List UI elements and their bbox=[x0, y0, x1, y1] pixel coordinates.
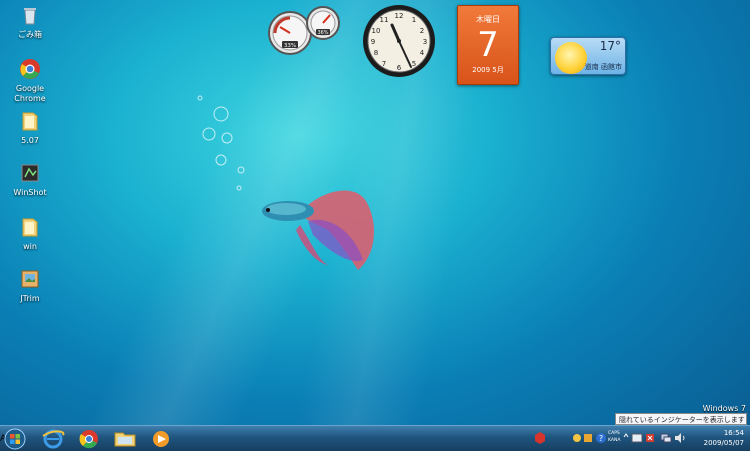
ime-icon[interactable] bbox=[533, 431, 547, 445]
svg-text:10: 10 bbox=[372, 27, 381, 35]
svg-text:1: 1 bbox=[412, 16, 416, 24]
action-center-icon[interactable] bbox=[631, 433, 643, 443]
svg-text:9: 9 bbox=[371, 38, 375, 46]
cpu-readout: 33% bbox=[284, 43, 296, 49]
desktop-icon-chrome[interactable]: Google Chrome bbox=[0, 58, 60, 104]
desktop-icon-label: 5.07 bbox=[21, 136, 39, 145]
media-player-taskbar-button[interactable] bbox=[146, 427, 176, 450]
desktop-icon-label: Google Chrome bbox=[14, 84, 46, 103]
svg-text:3: 3 bbox=[423, 38, 427, 46]
network-icon[interactable] bbox=[660, 433, 672, 443]
start-button[interactable] bbox=[2, 427, 28, 450]
folder-icon bbox=[22, 218, 38, 237]
internet-explorer-taskbar-button[interactable] bbox=[38, 427, 68, 450]
folder-icon bbox=[22, 112, 38, 131]
calendar-day: 7 bbox=[477, 25, 499, 65]
tray-tooltip: 隠れているインジケーターを表示します bbox=[615, 413, 747, 425]
calendar-gadget[interactable]: 木曜日 7 2009 5月 bbox=[457, 5, 519, 85]
taskbar: A 般 ? CAPS KANA 16:54 2009/05/07 bbox=[0, 425, 750, 451]
svg-text:7: 7 bbox=[382, 60, 386, 68]
svg-text:6: 6 bbox=[397, 64, 402, 72]
clock-date: 2009/05/07 bbox=[703, 439, 744, 447]
svg-text:4: 4 bbox=[420, 49, 425, 57]
kana-indicator: KANA bbox=[608, 438, 621, 443]
winshot-icon bbox=[21, 164, 39, 182]
windows-watermark: Windows 7 bbox=[702, 404, 746, 413]
cpu-meter-gadget[interactable]: 33% 36% bbox=[268, 5, 343, 57]
jtrim-icon bbox=[21, 270, 39, 288]
help-icon[interactable]: ? bbox=[595, 432, 607, 444]
caps-indicator: CAPS bbox=[608, 431, 620, 436]
desktop-icon-folder-win[interactable]: win bbox=[0, 216, 60, 252]
calendar-year-month: 2009 5月 bbox=[472, 66, 504, 74]
weather-temperature: 17° bbox=[599, 39, 621, 53]
recycle-bin-icon bbox=[24, 8, 36, 25]
memory-readout: 36% bbox=[317, 30, 328, 36]
weather-location: 道南 函館市 bbox=[584, 63, 622, 71]
svg-text:?: ? bbox=[599, 434, 603, 443]
desktop-icon-label: JTrim bbox=[20, 294, 40, 303]
explorer-taskbar-button[interactable] bbox=[110, 427, 140, 450]
taskbar-clock[interactable]: 16:54 2009/05/07 bbox=[704, 428, 744, 448]
svg-text:8: 8 bbox=[374, 49, 378, 57]
svg-text:11: 11 bbox=[380, 16, 389, 24]
volume-icon[interactable] bbox=[674, 433, 686, 443]
lock-indicators: CAPS KANA bbox=[608, 430, 620, 444]
betta-fish-image bbox=[262, 190, 374, 270]
weather-gadget[interactable]: 17° 道南 函館市 bbox=[550, 37, 626, 75]
desktop-icon-winshot[interactable]: WinShot bbox=[0, 162, 60, 198]
clock-gadget[interactable]: 12 1 2 3 4 5 6 7 8 9 10 11 bbox=[362, 4, 436, 78]
desktop-icon-label: ごみ箱 bbox=[18, 30, 42, 39]
flag-icon[interactable] bbox=[645, 433, 657, 443]
svg-text:2: 2 bbox=[420, 27, 424, 35]
svg-text:12: 12 bbox=[395, 12, 404, 20]
desktop-icon-jtrim[interactable]: JTrim bbox=[0, 268, 60, 304]
ime-tools-icon[interactable] bbox=[572, 432, 594, 444]
sun-icon bbox=[555, 42, 587, 74]
calendar-weekday: 木曜日 bbox=[476, 15, 500, 24]
desktop-icon-folder-507[interactable]: 5.07 bbox=[0, 110, 60, 146]
chrome-taskbar-button[interactable] bbox=[74, 427, 104, 450]
chrome-icon bbox=[20, 59, 40, 79]
desktop-icon-label: WinShot bbox=[13, 188, 47, 197]
bubbles-decoration bbox=[197, 95, 245, 191]
clock-time: 16:54 bbox=[723, 429, 744, 437]
desktop-icon-recycle-bin[interactable]: ごみ箱 bbox=[0, 4, 60, 40]
svg-text:5: 5 bbox=[412, 60, 416, 68]
desktop-icon-label: win bbox=[23, 242, 37, 251]
show-hidden-icons-button[interactable] bbox=[622, 431, 630, 445]
